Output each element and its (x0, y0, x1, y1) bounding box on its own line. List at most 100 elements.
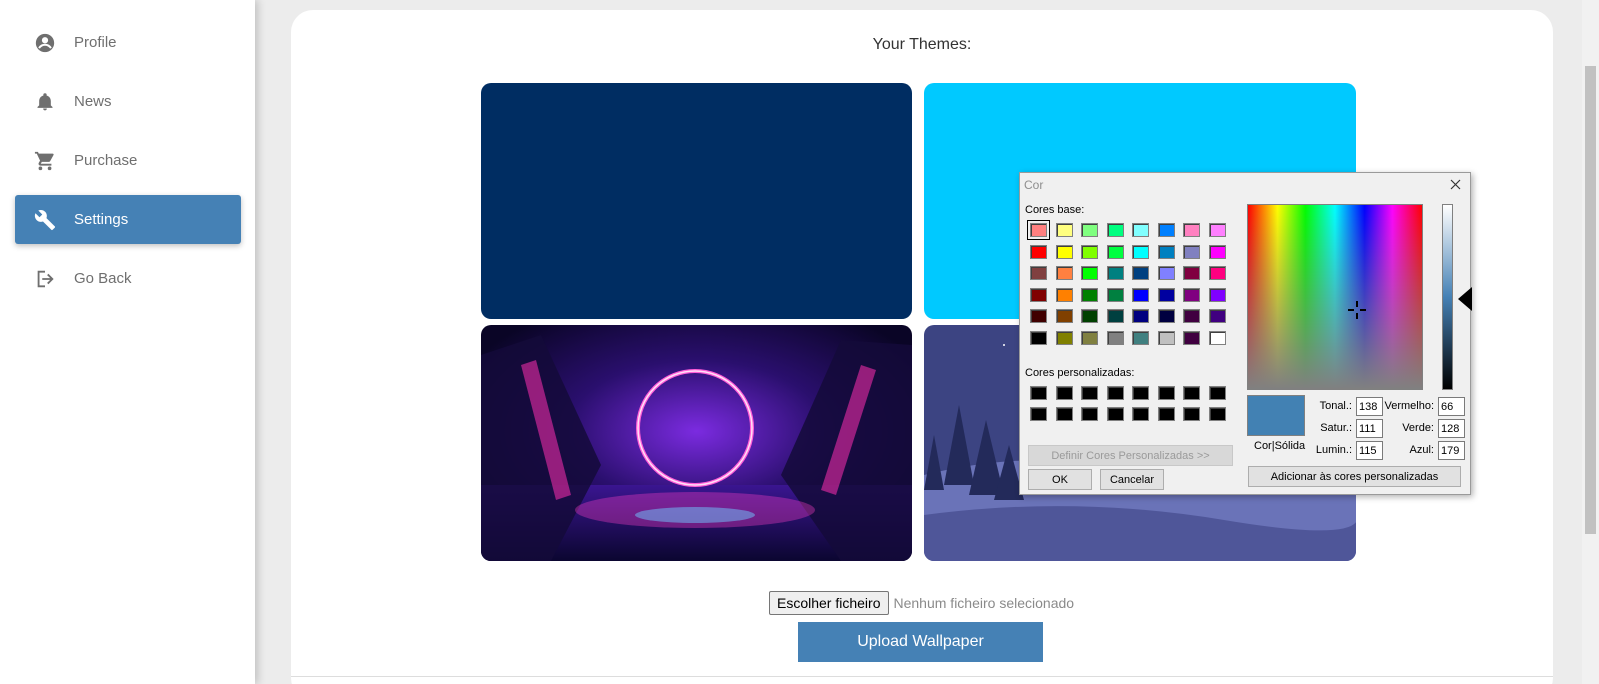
base-color-swatch[interactable] (1030, 244, 1047, 259)
lumin-field[interactable]: 115 (1356, 441, 1383, 460)
sidebar-item-go-back[interactable]: Go Back (15, 254, 241, 303)
preview-label: Cor|Sólida (1254, 440, 1306, 452)
base-color-swatch[interactable] (1055, 223, 1073, 237)
sidebar-item-label: News (74, 93, 112, 110)
base-color-swatch[interactable] (1106, 309, 1124, 324)
custom-color-swatch[interactable] (1030, 407, 1047, 421)
choose-file-button[interactable]: Escolher ficheiro (769, 591, 889, 615)
base-color-swatch[interactable] (1081, 266, 1098, 281)
page-scrollbar[interactable] (1582, 0, 1599, 684)
custom-color-swatch[interactable] (1157, 386, 1175, 400)
luminance-slider[interactable] (1442, 204, 1453, 390)
base-color-swatch[interactable] (1081, 331, 1098, 345)
luminance-arrow-icon[interactable] (1458, 287, 1472, 311)
base-color-swatch[interactable] (1081, 223, 1098, 237)
base-color-swatch[interactable] (1157, 287, 1175, 302)
close-icon[interactable] (1446, 175, 1464, 193)
base-color-swatch[interactable] (1132, 244, 1149, 259)
base-color-swatch[interactable] (1208, 244, 1226, 259)
base-color-swatch[interactable] (1157, 309, 1175, 324)
neon-ring-wallpaper-icon (481, 325, 912, 561)
base-color-swatch[interactable] (1183, 266, 1200, 281)
base-color-swatch[interactable] (1157, 266, 1175, 281)
base-color-swatch[interactable] (1157, 331, 1175, 345)
base-color-swatch[interactable] (1106, 287, 1124, 302)
base-color-swatch[interactable] (1055, 287, 1073, 302)
divider (291, 676, 1553, 677)
color-spectrum[interactable] (1247, 204, 1423, 390)
base-color-swatch[interactable] (1055, 309, 1073, 324)
theme-tile-neon-ring[interactable] (481, 325, 912, 561)
base-color-swatch[interactable] (1081, 287, 1098, 302)
base-color-swatch[interactable] (1183, 309, 1200, 324)
sidebar-item-news[interactable]: News (15, 77, 241, 126)
base-color-swatch[interactable] (1106, 331, 1124, 345)
sidebar-item-profile[interactable]: Profile (15, 18, 241, 67)
base-color-swatch[interactable] (1208, 331, 1226, 345)
base-color-swatch[interactable] (1132, 266, 1149, 281)
custom-color-swatch[interactable] (1183, 386, 1200, 400)
custom-color-swatch[interactable] (1081, 386, 1098, 400)
base-color-swatch[interactable] (1157, 223, 1175, 237)
base-color-swatch[interactable] (1081, 309, 1098, 324)
base-color-swatch[interactable] (1030, 309, 1047, 324)
base-color-swatch[interactable] (1208, 223, 1226, 237)
cancel-button[interactable]: Cancelar (1100, 469, 1164, 490)
base-colors-label: Cores base: (1025, 204, 1085, 216)
custom-color-swatch[interactable] (1030, 386, 1047, 400)
page-title: Your Themes: (872, 36, 972, 53)
base-color-swatch[interactable] (1106, 266, 1124, 281)
custom-colors-label: Cores personalizadas: (1025, 367, 1135, 379)
base-color-swatch[interactable] (1208, 287, 1226, 302)
base-color-swatch[interactable] (1106, 244, 1124, 259)
base-color-swatch[interactable] (1132, 309, 1149, 324)
base-color-swatch[interactable] (1157, 244, 1175, 259)
custom-color-swatch[interactable] (1106, 407, 1124, 421)
base-color-swatch[interactable] (1030, 331, 1047, 345)
base-color-swatch[interactable] (1055, 266, 1073, 281)
add-to-custom-colors-button[interactable]: Adicionar às cores personalizadas (1248, 466, 1461, 487)
tonal-field[interactable]: 138 (1356, 397, 1383, 416)
red-field[interactable]: 66 (1438, 397, 1465, 416)
ok-button[interactable]: OK (1028, 469, 1092, 490)
base-color-swatch[interactable] (1030, 266, 1047, 281)
base-color-swatch[interactable] (1183, 287, 1200, 302)
base-color-swatch[interactable] (1132, 331, 1149, 345)
sidebar-item-settings[interactable]: Settings (15, 195, 241, 244)
custom-color-swatch[interactable] (1055, 386, 1073, 400)
base-color-swatch[interactable] (1106, 223, 1124, 237)
theme-tile-navy[interactable] (481, 83, 912, 319)
upload-wallpaper-button[interactable]: Upload Wallpaper (798, 622, 1043, 662)
custom-color-swatch[interactable] (1081, 407, 1098, 421)
file-picker: Escolher ficheiro Nenhum ficheiro seleci… (769, 591, 1074, 615)
base-color-swatch[interactable] (1055, 331, 1073, 345)
base-color-swatch[interactable] (1027, 220, 1050, 240)
sidebar-item-label: Settings (74, 211, 129, 228)
base-color-swatch[interactable] (1208, 309, 1226, 324)
custom-color-swatch[interactable] (1208, 407, 1226, 421)
cart-icon (32, 148, 58, 174)
scrollbar-thumb[interactable] (1585, 66, 1596, 534)
custom-color-swatch[interactable] (1157, 407, 1175, 421)
base-color-swatch[interactable] (1081, 244, 1098, 259)
blue-field[interactable]: 179 (1438, 441, 1465, 460)
sidebar-item-label: Go Back (74, 270, 132, 287)
satur-field[interactable]: 111 (1356, 419, 1383, 438)
custom-color-swatch[interactable] (1132, 407, 1149, 421)
base-color-swatch[interactable] (1183, 223, 1200, 237)
base-color-swatch[interactable] (1208, 266, 1226, 281)
sidebar-item-purchase[interactable]: Purchase (15, 136, 241, 185)
base-color-swatch[interactable] (1055, 244, 1073, 259)
custom-color-swatch[interactable] (1183, 407, 1200, 421)
custom-color-swatch[interactable] (1055, 407, 1073, 421)
custom-color-swatch[interactable] (1208, 386, 1226, 400)
base-color-swatch[interactable] (1183, 331, 1200, 345)
base-color-swatch[interactable] (1030, 287, 1047, 302)
base-color-swatch[interactable] (1132, 287, 1149, 302)
green-field[interactable]: 128 (1438, 419, 1465, 438)
custom-color-swatch[interactable] (1132, 386, 1149, 400)
base-color-swatch[interactable] (1132, 223, 1149, 237)
base-color-swatch[interactable] (1183, 244, 1200, 259)
define-custom-colors-button[interactable]: Definir Cores Personalizadas >> (1028, 445, 1233, 466)
custom-color-swatch[interactable] (1106, 386, 1124, 400)
